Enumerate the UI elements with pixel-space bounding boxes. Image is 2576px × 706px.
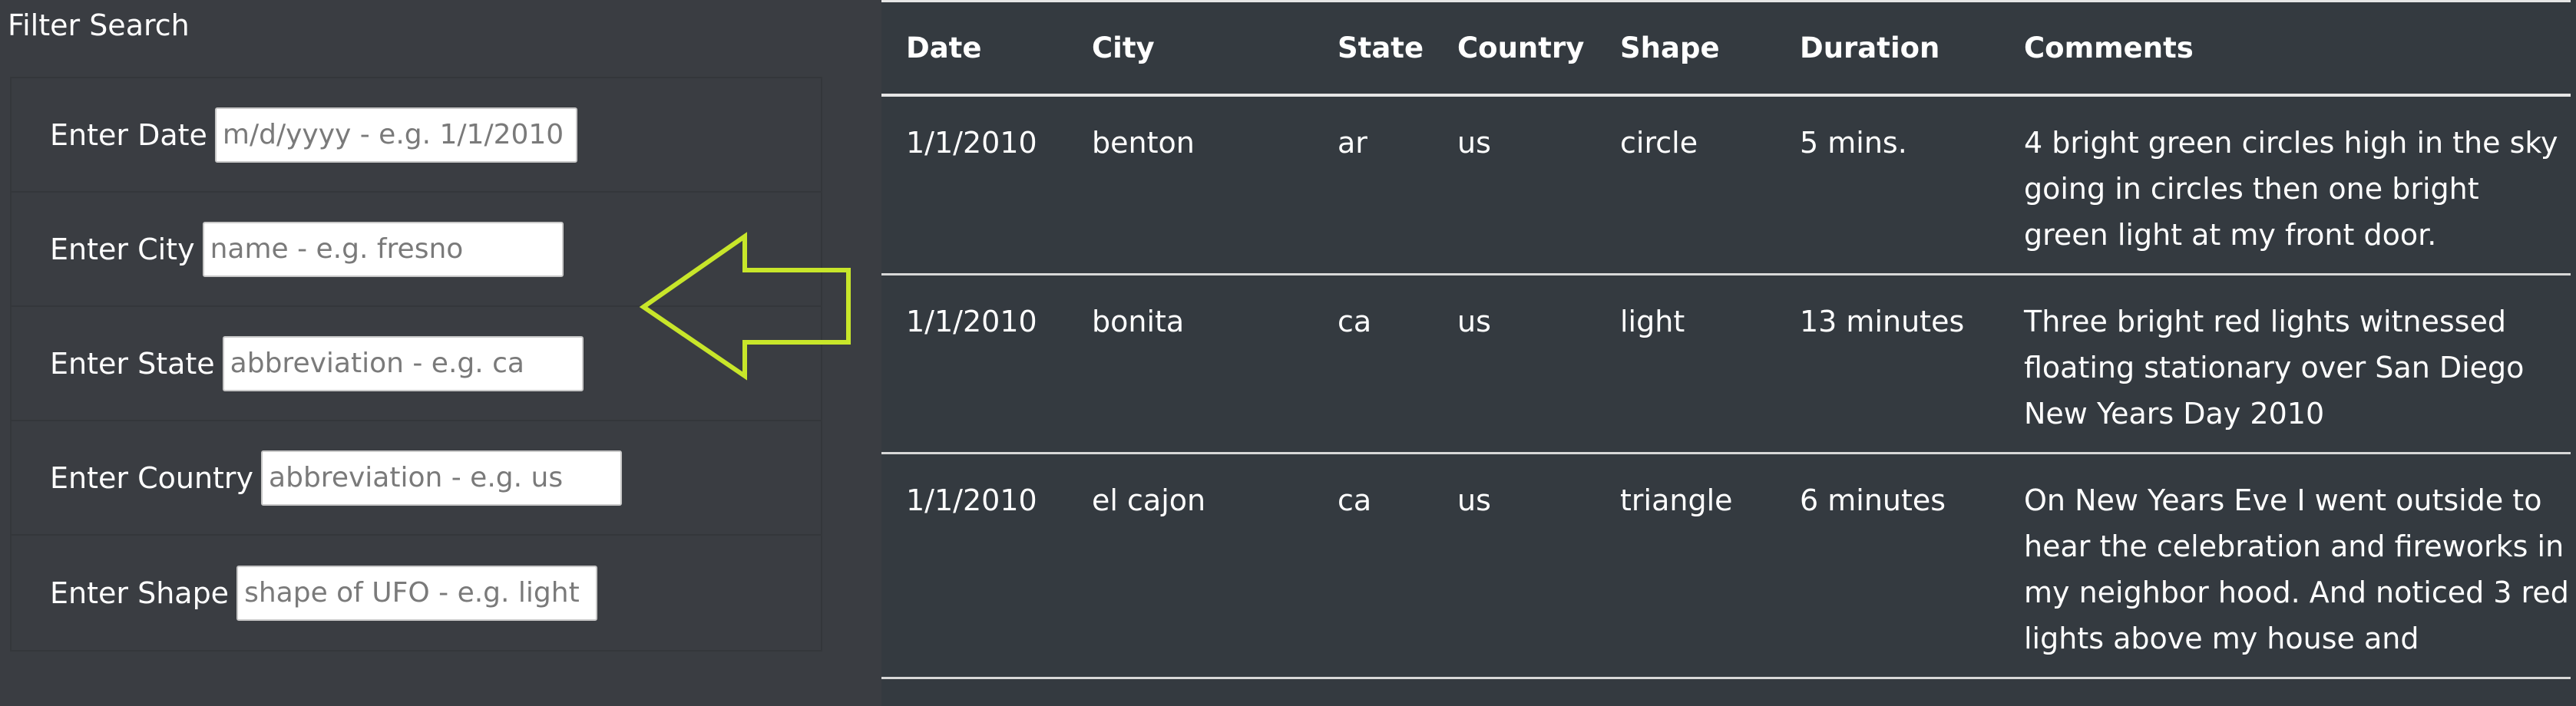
- city-input[interactable]: [202, 221, 564, 277]
- header-city: City: [1092, 31, 1155, 64]
- city-label: Enter City: [50, 232, 195, 266]
- cell-shape: light: [1596, 274, 1775, 454]
- cell-date: 1/1/2010: [881, 453, 1067, 679]
- header-date: Date: [906, 31, 982, 64]
- cell-duration: 13 minutes: [1775, 274, 1999, 454]
- header-country: Country: [1457, 31, 1585, 64]
- left-arrow-icon: [639, 232, 851, 381]
- header-duration: Duration: [1800, 31, 1940, 64]
- cell-state: ca: [1313, 274, 1433, 454]
- header-comments: Comments: [2024, 31, 2194, 64]
- table-row: 1/1/2010 benton ar us circle 5 mins. 4 b…: [881, 95, 2571, 275]
- cell-city: el cajon: [1067, 453, 1313, 679]
- state-input[interactable]: [222, 335, 584, 391]
- country-label: Enter Country: [50, 460, 254, 495]
- cell-state: ca: [1313, 453, 1433, 679]
- ufo-table: Date City State Country Shape Duration C…: [881, 0, 2571, 679]
- filter-item-date: Enter Date: [12, 78, 821, 193]
- cell-shape: circle: [1596, 95, 1775, 275]
- filter-item-shape: Enter Shape: [12, 536, 821, 650]
- shape-input[interactable]: [236, 565, 598, 621]
- date-label: Enter Date: [50, 117, 207, 152]
- cell-duration: 5 mins.: [1775, 95, 1999, 275]
- header-state: State: [1338, 31, 1424, 64]
- shape-label: Enter Shape: [50, 576, 230, 610]
- filter-title: Filter Search: [8, 8, 190, 42]
- state-label: Enter State: [50, 346, 215, 381]
- cell-country: us: [1433, 274, 1596, 454]
- table-header-row: Date City State Country Shape Duration C…: [881, 1, 2571, 95]
- cell-date: 1/1/2010: [881, 95, 1067, 275]
- cell-shape: triangle: [1596, 453, 1775, 679]
- cell-comments: 4 bright green circles high in the sky g…: [1999, 95, 2571, 275]
- cell-country: us: [1433, 453, 1596, 679]
- cell-duration: 6 minutes: [1775, 453, 1999, 679]
- table-row: 1/1/2010 el cajon ca us triangle 6 minut…: [881, 453, 2571, 679]
- cell-city: bonita: [1067, 274, 1313, 454]
- date-input[interactable]: [214, 107, 577, 163]
- filter-item-country: Enter Country: [12, 421, 821, 536]
- cell-comments: Three bright red lights witnessed floati…: [1999, 274, 2571, 454]
- cell-city: benton: [1067, 95, 1313, 275]
- country-input[interactable]: [261, 450, 623, 506]
- arrow-outline: [639, 232, 851, 381]
- cell-state: ar: [1313, 95, 1433, 275]
- results-panel: Date City State Country Shape Duration C…: [881, 0, 2576, 706]
- filter-panel: Filter Search Enter Date Enter City Ente…: [0, 0, 880, 706]
- header-shape: Shape: [1620, 31, 1720, 64]
- cell-country: us: [1433, 95, 1596, 275]
- table-row: 1/1/2010 bonita ca us light 13 minutes T…: [881, 274, 2571, 454]
- cell-comments: On New Years Eve I went outside to hear …: [1999, 453, 2571, 679]
- cell-date: 1/1/2010: [881, 274, 1067, 454]
